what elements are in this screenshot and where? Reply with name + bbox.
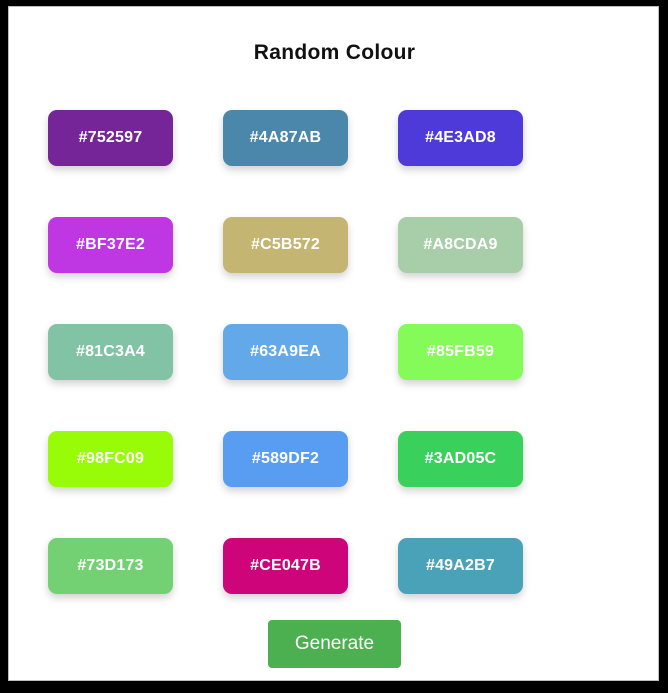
swatch-grid: #752597 #4A87AB #4E3AD8 #BF37E2 #C5B572 …	[48, 110, 523, 594]
color-swatch[interactable]: #BF37E2	[48, 217, 173, 273]
color-swatch[interactable]: #63A9EA	[223, 324, 348, 380]
swatch-label: #85FB59	[426, 343, 495, 360]
color-swatch[interactable]: #49A2B7	[398, 538, 523, 594]
color-swatch[interactable]: #C5B572	[223, 217, 348, 273]
swatch-label: #81C3A4	[75, 343, 145, 360]
color-swatch[interactable]: #98FC09	[48, 431, 173, 487]
swatch-label: #BF37E2	[76, 236, 145, 253]
swatch-label: #63A9EA	[250, 343, 321, 360]
color-swatch[interactable]: #81C3A4	[48, 324, 173, 380]
color-swatch[interactable]: #73D173	[48, 538, 173, 594]
app-window: Random Colour #752597 #4A87AB #4E3AD8 #B…	[8, 6, 659, 681]
color-swatch[interactable]: #4E3AD8	[398, 110, 523, 166]
swatch-label: #CE047B	[250, 557, 321, 574]
swatch-label: #49A2B7	[425, 557, 495, 574]
swatch-label: #752597	[78, 129, 143, 146]
swatch-label: #A8CDA9	[423, 236, 498, 253]
color-swatch[interactable]: #752597	[48, 110, 173, 166]
swatch-label: #C5B572	[250, 236, 320, 253]
swatch-label: #98FC09	[76, 450, 145, 467]
color-swatch[interactable]: #85FB59	[398, 324, 523, 380]
page-title: Random Colour	[253, 41, 416, 64]
swatch-label: #4E3AD8	[425, 129, 496, 146]
swatch-label: #589DF2	[251, 450, 320, 467]
generate-button[interactable]: Generate	[268, 620, 401, 668]
swatch-label: #3AD05C	[424, 450, 497, 467]
swatch-label: #4A87AB	[249, 129, 322, 146]
color-swatch[interactable]: #4A87AB	[223, 110, 348, 166]
color-swatch[interactable]: #CE047B	[223, 538, 348, 594]
color-swatch[interactable]: #589DF2	[223, 431, 348, 487]
swatch-label: #73D173	[77, 557, 144, 574]
color-swatch[interactable]: #3AD05C	[398, 431, 523, 487]
bottom-border	[0, 681, 668, 693]
color-swatch[interactable]: #A8CDA9	[398, 217, 523, 273]
